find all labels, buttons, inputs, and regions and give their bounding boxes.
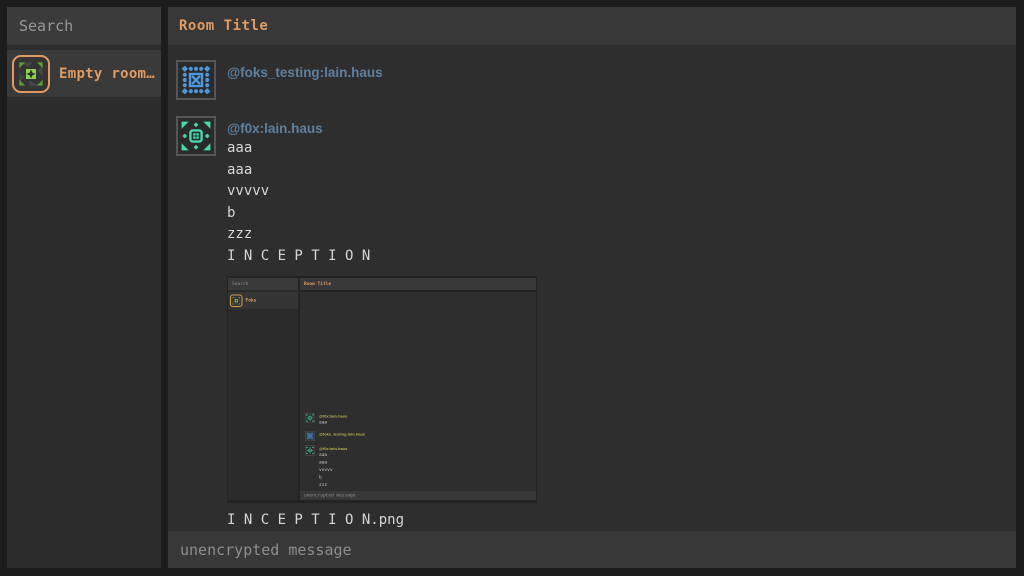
sender-name[interactable]: @f0x:lain.haus (227, 119, 537, 138)
avatar[interactable] (176, 60, 216, 100)
message-text: zzz (227, 224, 537, 246)
message-body: @f0x:lain.haus aaa aaa vvvvv b zzz I N C… (227, 116, 537, 531)
composer-bar[interactable] (168, 531, 1016, 568)
mini-message-text: vvvvv (319, 467, 347, 475)
mini-message-text: zzz (319, 482, 347, 490)
mini-app-frame: Search Foks Room Title (227, 276, 537, 503)
avatar[interactable] (176, 116, 216, 156)
mini-sidebar-item-room: Foks (228, 292, 298, 309)
search-input[interactable] (19, 17, 149, 35)
sender-name[interactable]: @foks_testing:lain.haus (227, 63, 383, 82)
mini-message-body: @foks_testing:lain.haus (319, 431, 365, 441)
message-text: aaa (227, 138, 537, 160)
mini-avatar (305, 413, 315, 423)
mini-message-group: @foks_testing:lain.haus (305, 431, 536, 441)
mini-message-body: @f0x:lain.haus aaa (319, 413, 347, 427)
blue-identicon-icon (180, 64, 212, 96)
mini-message-text: aaa (319, 419, 347, 427)
message-text: b (227, 203, 537, 225)
mini-room-avatar (230, 294, 243, 307)
mini-composer: unencrypted message (300, 491, 536, 500)
mini-main-pane: Room Title @f0x:lain.haus (300, 278, 536, 500)
mini-avatar (305, 431, 315, 441)
mini-avatar (305, 446, 315, 456)
room-name-label: Empty room… (59, 66, 155, 82)
room-search-box[interactable] (7, 7, 161, 45)
message-group: @f0x:lain.haus aaa aaa vvvvv b zzz I N C… (176, 116, 1016, 531)
mini-message-text: aaa (319, 459, 347, 467)
green-identicon-icon (306, 414, 314, 422)
mini-messages: @f0x:lain.haus aaa (305, 413, 536, 489)
mini-room-name-label: Foks (246, 298, 257, 303)
mini-sidebar: Search Foks (228, 278, 298, 500)
message-timeline[interactable]: @foks_testing:lain.haus @f0x:lain.haus a… (168, 45, 1016, 531)
room-avatar (12, 55, 50, 93)
green-room-identicon-icon (232, 296, 242, 306)
message-body: @foks_testing:lain.haus (227, 60, 383, 100)
message-text: vvvvv (227, 181, 537, 203)
main-pane: Room Title @foks_testing:lain.haus @f0x:… (168, 7, 1016, 568)
message-input[interactable] (180, 541, 1004, 559)
blue-identicon-icon (306, 432, 314, 440)
embedded-screenshot: Search Foks Room Title (227, 276, 537, 503)
mini-room-title: Room Title (300, 278, 536, 290)
mini-message-text: b (319, 474, 347, 482)
sidebar: Empty room… (7, 7, 161, 568)
mini-sender-name: @foks_testing:lain.haus (319, 432, 365, 438)
mini-message-group: @f0x:lain.haus aaa aaa vvvvv b zzz (305, 446, 536, 490)
message-group: @foks_testing:lain.haus (176, 60, 1016, 100)
attached-image[interactable]: Search Foks Room Title (227, 276, 537, 503)
sidebar-item-room[interactable]: Empty room… (7, 50, 161, 97)
mini-search-box: Search (228, 278, 298, 290)
attachment-filename[interactable]: I N C E P T I O N.png (227, 510, 537, 531)
mini-message-text: aaa (319, 452, 347, 460)
room-title: Room Title (179, 18, 268, 34)
mini-message-group: @f0x:lain.haus aaa (305, 413, 536, 427)
green-identicon-icon (306, 447, 314, 455)
message-text: aaa (227, 160, 537, 182)
green-identicon-icon (180, 120, 212, 152)
mini-message-timeline: @f0x:lain.haus aaa (300, 292, 536, 491)
message-text: I N C E P T I O N (227, 246, 537, 268)
mini-message-body: @f0x:lain.haus aaa aaa vvvvv b zzz (319, 446, 347, 490)
green-room-identicon-icon (16, 59, 46, 89)
room-header: Room Title (168, 7, 1016, 45)
